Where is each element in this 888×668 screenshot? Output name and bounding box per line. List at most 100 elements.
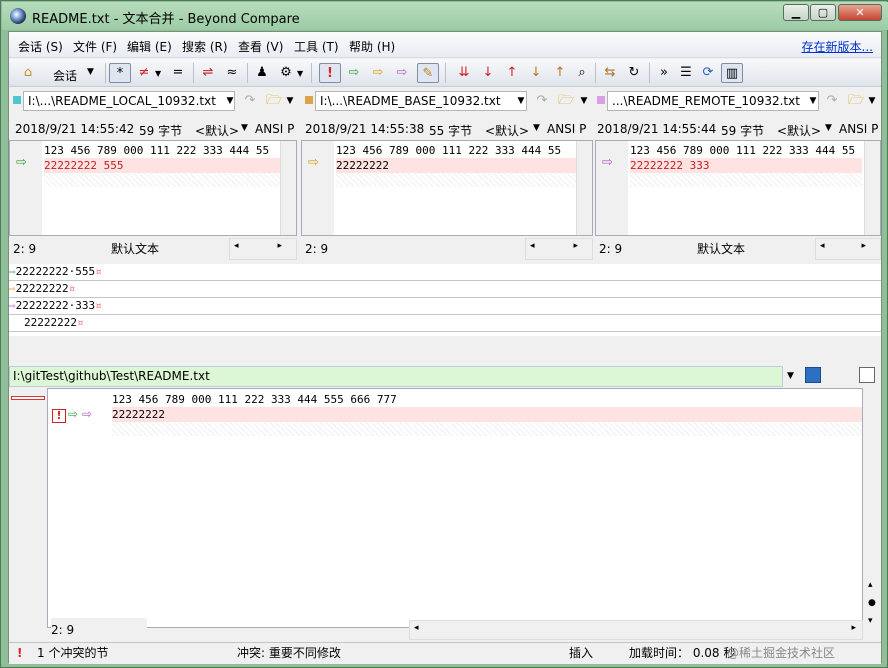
watermark: @稀土掘金技术社区	[727, 646, 836, 660]
show-differences-icon[interactable]: ≠	[133, 63, 155, 83]
gear-icon[interactable]: ⚙	[275, 63, 297, 83]
menu-session[interactable]: 会话 (S)	[18, 38, 63, 55]
show-same-icon[interactable]: =	[167, 63, 189, 83]
base-path-input[interactable]: I:\...\README_BASE_10932.txt	[315, 91, 527, 111]
text-line[interactable]: 123 456 789 000 111 222 333 444 55	[44, 143, 280, 158]
update-available-link[interactable]: 存在新版本...	[802, 38, 873, 55]
title-bar: README.txt - 文本合并 - Beyond Compare ▁ ▢ ✕	[2, 2, 888, 30]
scrollbar[interactable]: ▴ ● ▾	[865, 388, 881, 642]
chevron-down-icon[interactable]: ▼	[865, 91, 879, 111]
next-difference-icon[interactable]: ↓	[477, 63, 499, 83]
rules-dropdown-icon[interactable]: ▼	[297, 69, 303, 78]
minimize-button[interactable]: ▁	[783, 4, 809, 21]
layout-icon[interactable]: ▥	[721, 63, 743, 83]
chevron-down-icon[interactable]: ▼	[241, 123, 248, 133]
left-charset: ANSI P	[255, 122, 295, 136]
arrow-right-pane-icon[interactable]: ⇨	[391, 63, 413, 83]
show-all-icon[interactable]: *	[109, 63, 131, 83]
conflict-line[interactable]: 22222222	[336, 158, 576, 173]
home-icon[interactable]: ⌂	[17, 63, 39, 83]
refresh-icon[interactable]: ↷	[239, 91, 261, 111]
scrollbar[interactable]	[864, 141, 880, 235]
diff-row[interactable]: ⇨22222222·333¤	[9, 298, 881, 315]
left-encoding[interactable]: <默认>	[195, 122, 239, 139]
diff-row[interactable]: 22222222¤	[9, 315, 881, 332]
list-icon[interactable]: ☰	[675, 63, 697, 83]
previous-difference-icon[interactable]: ↑	[501, 63, 523, 83]
take-right-icon[interactable]: ⇨	[82, 407, 92, 421]
open-folder-icon[interactable]: 🗁	[845, 91, 867, 111]
horizontal-scrollbar[interactable]: ◂ ▸	[815, 238, 881, 260]
close-button[interactable]: ✕	[838, 4, 882, 21]
chevron-down-icon[interactable]: ▼	[533, 123, 540, 133]
text-line[interactable]: 123 456 789 000 111 222 333 444 55	[630, 143, 862, 158]
refresh-icon[interactable]: ↻	[623, 63, 645, 83]
output-text-pane[interactable]: ! ⇨ ⇨ 123 456 789 000 111 222 333 444 55…	[47, 388, 863, 628]
chevron-down-icon[interactable]: ▼	[223, 91, 237, 111]
horizontal-scrollbar[interactable]: ◂ ▸	[525, 238, 593, 260]
scrollbar[interactable]	[576, 141, 592, 235]
right-text-pane[interactable]: ⇨ 123 456 789 000 111 222 333 444 55 222…	[595, 140, 881, 236]
open-folder-icon[interactable]: 🗁	[263, 91, 285, 111]
chevron-down-icon[interactable]: ▼	[806, 91, 820, 111]
person-icon[interactable]: ♟	[251, 63, 273, 83]
conflict-line[interactable]: 22222222 333	[630, 158, 862, 173]
menu-help[interactable]: 帮助 (H)	[349, 38, 395, 55]
open-folder-icon[interactable]: 🗁	[555, 91, 577, 111]
swap-icon[interactable]: ⇆	[599, 63, 621, 83]
arrow-left-pane-icon[interactable]: ⇨	[343, 63, 365, 83]
window-layout-icon[interactable]	[859, 367, 875, 383]
sync-icon[interactable]: ⟳	[697, 63, 719, 83]
line-details-pane: ⇨22222222·555¤ ⇨22222222¤ ⇨22222222·333¤…	[9, 264, 881, 336]
right-path-input[interactable]: ...\README_REMOTE_10932.txt	[607, 91, 819, 111]
text-line[interactable]: 123 456 789 000 111 222 333 444 55	[336, 143, 576, 158]
right-encoding[interactable]: <默认>	[777, 122, 821, 139]
edit-pencil-icon[interactable]: ✎	[417, 63, 439, 83]
chevron-down-icon[interactable]: ▼	[283, 91, 297, 111]
next-conflict-icon[interactable]: ⇊	[453, 63, 475, 83]
maximize-button[interactable]: ▢	[810, 4, 836, 21]
menu-tools[interactable]: 工具 (T)	[294, 38, 339, 55]
conflict-line[interactable]: 22222222 555	[44, 158, 280, 173]
menu-edit[interactable]: 编辑 (E)	[127, 38, 172, 55]
conflict-icon[interactable]: !	[52, 409, 66, 423]
diff-row[interactable]: ⇨22222222·555¤	[9, 264, 881, 281]
expand-icon[interactable]: »	[653, 63, 675, 83]
left-text-format[interactable]: 默认文本	[111, 238, 227, 260]
output-line[interactable]: 123 456 789 000 111 222 333 444 555 666 …	[112, 392, 862, 407]
right-text-format[interactable]: 默认文本	[697, 238, 813, 260]
next-section-icon[interactable]: ↓	[525, 63, 547, 83]
load-time: 加载时间： 0.08 秒	[629, 646, 736, 660]
compare-lines-icon[interactable]: ⇌	[197, 63, 219, 83]
binoculars-icon[interactable]: ⌕	[571, 63, 593, 83]
scrollbar[interactable]	[280, 141, 296, 235]
conflict-icon[interactable]: !	[319, 63, 341, 83]
menu-file[interactable]: 文件 (F)	[73, 38, 117, 55]
previous-section-icon[interactable]: ↑	[549, 63, 571, 83]
refresh-icon[interactable]: ↷	[531, 91, 553, 111]
pane-left-color-icon	[13, 96, 21, 104]
chevron-down-icon[interactable]: ▼	[87, 67, 94, 77]
arrow-center-pane-icon[interactable]: ⇨	[367, 63, 389, 83]
menu-search[interactable]: 搜索 (R)	[182, 38, 228, 55]
horizontal-scrollbar[interactable]: ◂ ▸	[229, 238, 297, 260]
session-button[interactable]: 会话	[53, 67, 77, 84]
menu-view[interactable]: 查看 (V)	[238, 38, 283, 55]
output-conflict-line[interactable]: 22222222	[112, 407, 862, 422]
chevron-down-icon[interactable]: ▼	[577, 91, 591, 111]
left-text-pane[interactable]: ⇨ 123 456 789 000 111 222 333 444 55 222…	[9, 140, 297, 236]
left-path-input[interactable]: I:\...\README_LOCAL_10932.txt	[23, 91, 235, 111]
save-icon[interactable]	[805, 367, 821, 383]
filter-dropdown-icon[interactable]: ▼	[155, 69, 161, 78]
chevron-down-icon[interactable]: ▼	[787, 371, 794, 381]
base-encoding[interactable]: <默认>	[485, 122, 529, 139]
base-text-pane[interactable]: ⇨ 123 456 789 000 111 222 333 444 55 222…	[301, 140, 593, 236]
diff-row[interactable]: ⇨22222222¤	[9, 281, 881, 298]
chevron-down-icon[interactable]: ▼	[825, 123, 832, 133]
horizontal-scrollbar[interactable]: ◂ ▸	[409, 620, 863, 640]
output-path-input[interactable]: I:\gitTest\github\Test\README.txt	[9, 366, 783, 387]
chevron-down-icon[interactable]: ▼	[514, 91, 528, 111]
refresh-icon[interactable]: ↷	[821, 91, 843, 111]
take-left-icon[interactable]: ⇨	[68, 407, 78, 421]
approx-icon[interactable]: ≈	[221, 63, 243, 83]
